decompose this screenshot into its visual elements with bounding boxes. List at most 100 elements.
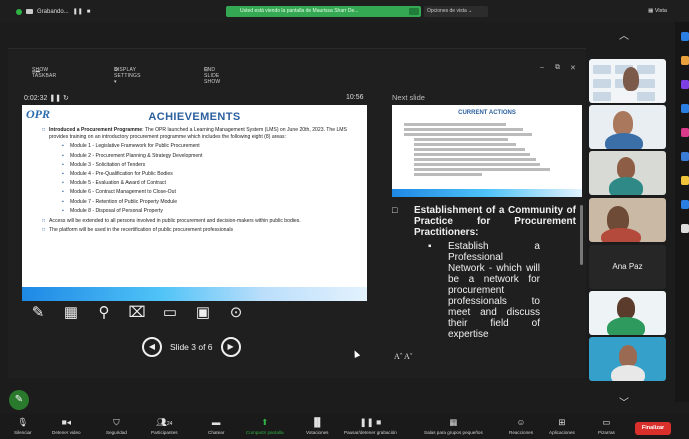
participant-video-tile[interactable] bbox=[589, 291, 666, 335]
module-list: Module 1 - Legislative Framework for Pub… bbox=[42, 142, 360, 216]
polls-button[interactable]: ▐▌ Votaciones bbox=[306, 417, 328, 435]
next-slide-title: CURRENT ACTIONS bbox=[458, 110, 516, 116]
end-meeting-button[interactable]: Finalizar bbox=[635, 422, 671, 435]
camera-icon: ■◂ bbox=[61, 417, 71, 427]
edge-strip bbox=[675, 22, 689, 402]
previous-slide-button[interactable]: ◀ bbox=[142, 337, 162, 357]
whiteboard-icon: ▭ bbox=[602, 417, 611, 427]
elapsed-timer: 0:02:32 ❚❚ ↻ bbox=[24, 95, 69, 102]
participants-button[interactable]: 👥︎24 Participantes bbox=[151, 417, 178, 435]
chevron-down-icon: ⌄ bbox=[468, 8, 473, 14]
breakout-rooms-button[interactable]: ▦ Salas para grupos pequeños bbox=[424, 417, 483, 435]
participant-video-tile[interactable] bbox=[589, 105, 666, 149]
security-button[interactable]: ⛉ Seguridad bbox=[106, 417, 127, 435]
participant-video-tile[interactable] bbox=[589, 337, 666, 381]
share-screen-icon: ⬆ bbox=[261, 417, 269, 427]
top-bar: Grabando... ❚❚ ■ Usted está viendo la pa… bbox=[0, 0, 689, 22]
apps-icon: ⊞ bbox=[558, 417, 566, 427]
pause-timer-icon[interactable]: ❚❚ bbox=[49, 95, 63, 102]
maximize-icon[interactable]: ⧉ bbox=[555, 64, 560, 72]
banner-options-button[interactable] bbox=[409, 8, 419, 15]
participant-name-tile[interactable]: Ana Paz bbox=[589, 245, 666, 289]
smiley-icon: ☺ bbox=[516, 417, 526, 427]
recording-label: Grabando... bbox=[37, 8, 69, 15]
clock: 10:56 bbox=[346, 94, 364, 101]
apps-button[interactable]: ⊞ Aplicaciones bbox=[549, 417, 575, 435]
pause-recording-icon[interactable]: ❚❚ bbox=[73, 8, 83, 15]
module-item: Module 6 - Contract Management to Close-… bbox=[62, 188, 360, 197]
participant-name: Ana Paz bbox=[612, 262, 643, 271]
reset-timer-icon[interactable]: ↻ bbox=[63, 95, 69, 102]
participant-video-tile[interactable] bbox=[589, 59, 666, 103]
view-options-dropdown[interactable]: Opciones de vista ⌄ bbox=[424, 6, 488, 17]
record-icon bbox=[26, 9, 33, 14]
next-slide-label: Next slide bbox=[392, 93, 425, 102]
close-icon[interactable]: ✕ bbox=[570, 64, 576, 72]
slide-navigation: ◀ Slide 3 of 6 ▶ bbox=[142, 337, 241, 357]
current-slide: OPR ACHIEVEMENTS Introduced a Procuremen… bbox=[22, 105, 367, 301]
slide-bullet-access: Access will be extended to all persons i… bbox=[42, 218, 360, 225]
participants-count: 24 bbox=[166, 421, 173, 427]
slide-tools: ✎ ▦ ⚲ ⌧ ▭ ▣ ⊙ bbox=[28, 303, 246, 323]
module-item: Module 3 - Solicitation of Tenders bbox=[62, 161, 360, 170]
module-item: Module 2 - Procurement Planning & Strate… bbox=[62, 152, 360, 161]
shield-icon bbox=[16, 8, 22, 15]
participant-video-tile[interactable] bbox=[589, 198, 666, 242]
next-slide-button[interactable]: ▶ bbox=[220, 337, 241, 357]
notes-scrollbar[interactable] bbox=[580, 205, 583, 265]
view-button[interactable]: ▦ Vista bbox=[648, 8, 667, 14]
notes-heading: Establishment of a Community of Practice… bbox=[392, 205, 576, 238]
more-options-icon[interactable]: ⊙ bbox=[226, 303, 246, 323]
minimize-icon[interactable]: – bbox=[540, 64, 544, 71]
screen-share-banner: Usted está viendo la pantalla de Mauriss… bbox=[226, 6, 421, 17]
notes-font-size-controls[interactable]: Aˆ Aˇ bbox=[394, 352, 412, 361]
shield-icon: ⛉ bbox=[113, 417, 120, 427]
share-banner-text: Usted está viendo la pantalla de Mauriss… bbox=[240, 8, 359, 14]
participants-icon: 👥︎24 bbox=[156, 417, 173, 427]
notes-subpoint: Establish a Professional Network - which… bbox=[392, 241, 576, 340]
video-icon[interactable]: ▣ bbox=[193, 303, 213, 323]
next-slide-preview[interactable]: CURRENT ACTIONS bbox=[392, 105, 582, 197]
slide-body: Introduced a Procurement Programme: The … bbox=[42, 127, 360, 233]
view-label: Vista bbox=[654, 8, 667, 14]
next-slide-text-lines bbox=[404, 123, 574, 178]
participant-video-tile[interactable] bbox=[589, 151, 666, 195]
gallery-down-arrow-icon[interactable]: ﹀ bbox=[619, 394, 629, 409]
stop-recording-icon[interactable]: ■ bbox=[87, 9, 91, 15]
slide-title: ACHIEVEMENTS bbox=[148, 111, 241, 123]
slide-bullet-intro: Introduced a Procurement Programme: The … bbox=[42, 127, 360, 140]
annotate-pencil-icon[interactable]: ✎ bbox=[9, 390, 29, 410]
module-item: Module 7 - Retention of Public Property … bbox=[62, 198, 360, 207]
chat-icon: ▬ bbox=[211, 417, 221, 427]
speaker-notes[interactable]: Establishment of a Community of Practice… bbox=[392, 205, 576, 345]
share-screen-button[interactable]: ⬆ Compartir pantalla bbox=[246, 417, 284, 435]
module-item: Module 4 - Pre-Qualification for Public … bbox=[62, 170, 360, 179]
gallery-up-arrow-icon[interactable]: ︿ bbox=[619, 27, 629, 42]
slide-counter: Slide 3 of 6 bbox=[170, 342, 213, 352]
pause-stop-icon: ❚❚ ■ bbox=[359, 417, 382, 427]
pen-icon[interactable]: ✎ bbox=[28, 303, 48, 323]
pause-stop-recording-button[interactable]: ❚❚ ■ Pausar/detener grabación bbox=[344, 417, 397, 435]
grid-icon: ▦ bbox=[648, 8, 654, 14]
whiteboards-button[interactable]: ▭ Pizarras bbox=[598, 417, 615, 435]
module-item: Module 1 - Legislative Framework for Pub… bbox=[62, 142, 360, 151]
camera-toggle-icon[interactable]: ⌧ bbox=[127, 303, 147, 323]
stop-video-button[interactable]: ■◂ Detener video bbox=[52, 417, 81, 435]
subtitles-icon[interactable]: ▭ bbox=[160, 303, 180, 323]
view-options-label: Opciones de vista bbox=[427, 8, 467, 14]
mouse-cursor-icon bbox=[351, 349, 361, 358]
breakout-rooms-icon: ▦ bbox=[449, 417, 458, 427]
presenter-toolbar: ▁▂ SHOW TASKBAR ⚙ DISPLAY SETTINGS ▾ ⊡ E… bbox=[32, 64, 577, 85]
mute-button[interactable]: 🎙︎ Silenciar bbox=[14, 417, 32, 435]
zoom-icon[interactable]: ⚲ bbox=[94, 303, 114, 323]
zoom-meeting-window: Grabando... ❚❚ ■ Usted está viendo la pa… bbox=[0, 0, 689, 439]
slide-wave-decoration bbox=[22, 287, 367, 301]
see-all-slides-icon[interactable]: ▦ bbox=[61, 303, 81, 323]
presenter-view: ▁▂ SHOW TASKBAR ⚙ DISPLAY SETTINGS ▾ ⊡ E… bbox=[8, 48, 586, 378]
recording-indicator[interactable]: Grabando... ❚❚ ■ bbox=[16, 8, 90, 15]
module-item: Module 8 - Disposal of Personal Property bbox=[62, 207, 360, 216]
meeting-controls-bar: 🎙︎ Silenciar ■◂ Detener video ⛉ Segurida… bbox=[0, 414, 689, 439]
chat-button[interactable]: ▬ Chatear bbox=[208, 417, 224, 435]
microphone-icon: 🎙︎ bbox=[17, 417, 29, 427]
reactions-button[interactable]: ☺ Reacciones bbox=[509, 417, 533, 435]
